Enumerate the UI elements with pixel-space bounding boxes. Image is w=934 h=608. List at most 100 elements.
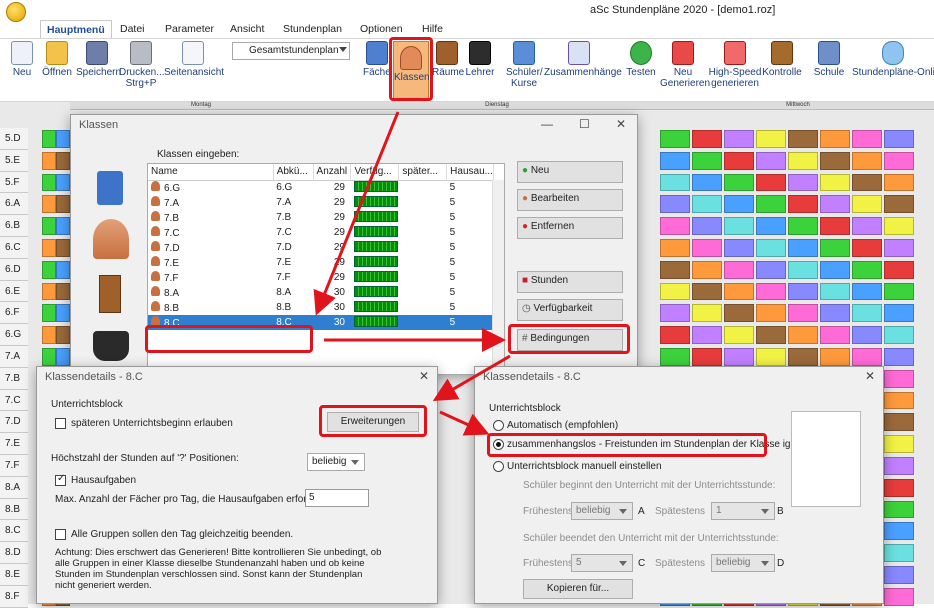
lesson-cell[interactable]: [820, 348, 850, 366]
lesson-cell[interactable]: [724, 239, 754, 257]
lesson-cell[interactable]: [56, 151, 70, 170]
begin-earliest-select[interactable]: beliebig: [571, 502, 633, 520]
tab-datei[interactable]: Datei: [120, 20, 145, 38]
lesson-cell[interactable]: [852, 195, 882, 214]
lesson-cell[interactable]: [884, 457, 914, 475]
lesson-cell[interactable]: [884, 217, 914, 235]
view-select[interactable]: Gesamtstundenplan: [232, 42, 350, 60]
lesson-cell[interactable]: [756, 348, 786, 366]
lesson-cell[interactable]: [56, 195, 70, 214]
lesson-cell[interactable]: [788, 130, 818, 148]
tab-hilfe[interactable]: Hilfe: [422, 20, 443, 38]
lesson-cell[interactable]: [884, 151, 914, 170]
begin-latest-select[interactable]: 1: [711, 502, 775, 520]
raeume-button[interactable]: Räume: [432, 41, 464, 78]
lesson-cell[interactable]: [884, 348, 914, 366]
lesson-cell[interactable]: [692, 260, 722, 279]
lesson-cell[interactable]: [56, 260, 70, 279]
lesson-cell[interactable]: [820, 260, 850, 279]
lesson-cell[interactable]: [660, 304, 690, 323]
lesson-cell[interactable]: [852, 130, 882, 148]
lesson-cell[interactable]: [884, 391, 914, 410]
end-latest-select[interactable]: beliebig: [711, 554, 775, 572]
lesson-cell[interactable]: [884, 413, 914, 432]
table-row[interactable]: 7.C 7.C 29 5: [148, 225, 494, 240]
lesson-cell[interactable]: [884, 435, 914, 453]
lesson-cell[interactable]: [692, 217, 722, 235]
lesson-cell[interactable]: [788, 217, 818, 235]
lesson-cell[interactable]: [660, 326, 690, 344]
page-preview-button[interactable]: Seitenansicht: [164, 41, 224, 78]
lesson-cell[interactable]: [756, 195, 786, 214]
col-homework[interactable]: Hausau...: [446, 164, 494, 181]
lesson-cell[interactable]: [756, 260, 786, 279]
lesson-cell[interactable]: [692, 326, 722, 344]
lesson-cell[interactable]: [692, 282, 722, 301]
lesson-cell[interactable]: [692, 239, 722, 257]
kontrolle-button[interactable]: Kontrolle: [762, 41, 802, 78]
lesson-cell[interactable]: [56, 217, 70, 235]
lesson-cell[interactable]: [884, 304, 914, 323]
lesson-cell[interactable]: [852, 282, 882, 301]
lesson-cell[interactable]: [884, 478, 914, 497]
lesson-cell[interactable]: [660, 130, 690, 148]
lesson-cell[interactable]: [56, 282, 70, 301]
lesson-cell[interactable]: [852, 348, 882, 366]
max-select[interactable]: beliebig: [307, 453, 365, 471]
hausaufgaben-checkbox[interactable]: ✓: [55, 473, 66, 486]
lesson-cell[interactable]: [660, 348, 690, 366]
bearbeiten-button[interactable]: ● Bearbeiten: [517, 189, 623, 211]
lesson-cell[interactable]: [884, 326, 914, 344]
lesson-cell[interactable]: [692, 130, 722, 148]
lesson-cell[interactable]: [788, 195, 818, 214]
entfernen-button[interactable]: ● Entfernen: [517, 217, 623, 239]
lesson-cell[interactable]: [692, 195, 722, 214]
lesson-cell[interactable]: [756, 217, 786, 235]
lesson-cell[interactable]: [852, 217, 882, 235]
radio-manuell[interactable]: [493, 461, 504, 472]
lesson-cell[interactable]: [884, 239, 914, 257]
lesson-cell[interactable]: [820, 304, 850, 323]
neu-button[interactable]: ● Neu: [517, 161, 623, 183]
table-row[interactable]: 7.A 7.A 29 5: [148, 195, 494, 210]
lesson-cell[interactable]: [660, 151, 690, 170]
lesson-cell[interactable]: [884, 500, 914, 519]
end-earliest-select[interactable]: 5: [571, 554, 633, 572]
maximize-icon[interactable]: ☐: [579, 117, 590, 131]
print-button[interactable]: Drucken... Strg+P: [119, 41, 165, 89]
generate-button[interactable]: Neu Generieren: [660, 41, 710, 89]
col-later[interactable]: später...: [398, 164, 448, 181]
lesson-cell[interactable]: [42, 151, 56, 170]
lesson-cell[interactable]: [724, 173, 754, 192]
lesson-cell[interactable]: [42, 260, 56, 279]
lesson-cell[interactable]: [660, 217, 690, 235]
lesson-cell[interactable]: [820, 282, 850, 301]
lesson-cell[interactable]: [852, 304, 882, 323]
lesson-cell[interactable]: [692, 173, 722, 192]
table-row[interactable]: 7.F 7.F 29 5: [148, 270, 494, 285]
lesson-cell[interactable]: [884, 282, 914, 301]
lesson-cell[interactable]: [724, 304, 754, 323]
faecher-button[interactable]: Fächer: [363, 41, 391, 78]
close-icon[interactable]: ✕: [616, 117, 626, 131]
lesson-cell[interactable]: [42, 130, 56, 148]
lesson-cell[interactable]: [820, 217, 850, 235]
lesson-cell[interactable]: [756, 282, 786, 301]
kopieren-button[interactable]: Kopieren für...: [523, 579, 633, 599]
lesson-cell[interactable]: [756, 326, 786, 344]
new-button[interactable]: Neu: [8, 41, 36, 78]
testen-button[interactable]: Testen: [626, 41, 656, 78]
zusammenhaenge-button[interactable]: Zusammenhänge: [544, 41, 622, 78]
lesson-cell[interactable]: [756, 173, 786, 192]
lesson-cell[interactable]: [788, 151, 818, 170]
lesson-cell[interactable]: [56, 173, 70, 192]
table-row[interactable]: 8.B 8.B 30 5: [148, 300, 494, 315]
lesson-cell[interactable]: [852, 173, 882, 192]
lesson-cell[interactable]: [820, 239, 850, 257]
radio-automatisch[interactable]: [493, 420, 504, 431]
lesson-cell[interactable]: [788, 348, 818, 366]
lesson-cell[interactable]: [788, 282, 818, 301]
lesson-cell[interactable]: [724, 260, 754, 279]
table-row[interactable]: 8.A 8.A 30 5: [148, 285, 494, 300]
lesson-cell[interactable]: [756, 151, 786, 170]
